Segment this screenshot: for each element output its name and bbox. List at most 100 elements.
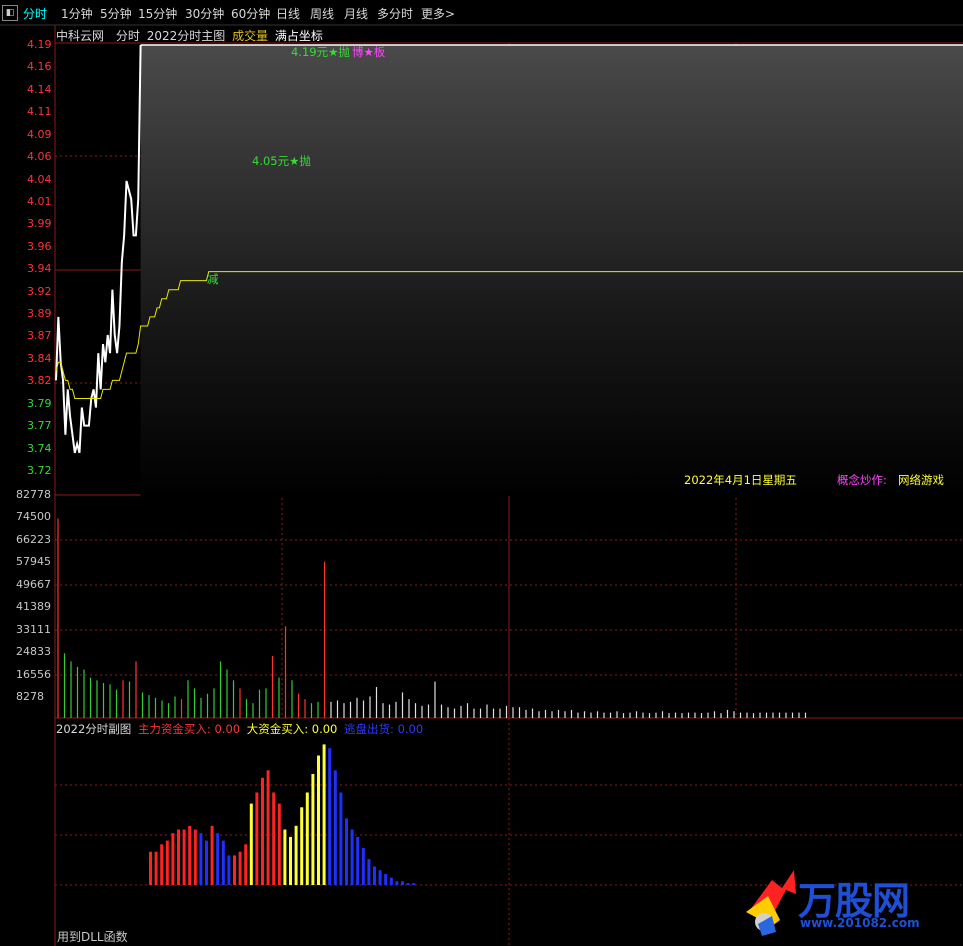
sub-chart-bar (272, 792, 276, 885)
date-text: 2022年4月1日星期五 (684, 473, 797, 487)
dll-function-note: 用到DLL函数 (57, 930, 128, 944)
sub-chart-bar (300, 807, 304, 885)
sub-chart-bar (249, 803, 253, 885)
price-axis-label: 4.06 (27, 150, 52, 164)
volume-axis-label: 49667 (16, 578, 51, 591)
period-label: 分时 (115, 29, 140, 43)
sub-chart-bar (255, 792, 259, 885)
price-axis-label: 3.96 (27, 239, 52, 253)
sub-chart-bar (221, 840, 225, 885)
main-buy-label: 主力资金买入: (137, 722, 211, 736)
chart-canvas[interactable] (0, 0, 963, 946)
coord-mode[interactable]: 满占坐标 (275, 29, 323, 43)
price-axis-label: 4.11 (27, 105, 52, 119)
price-axis-label: 3.87 (27, 329, 52, 343)
price-axis-label: 3.79 (27, 396, 52, 410)
volume-label[interactable]: 成交量 (232, 29, 268, 43)
volume-axis-label: 82778 (16, 488, 51, 501)
sub-chart-bar (149, 851, 152, 885)
volume-axis-label: 24833 (16, 645, 51, 658)
sub-chart-bar (345, 818, 348, 885)
sub-chart-bar (289, 836, 292, 885)
sub-chart-bar (277, 803, 281, 885)
price-axis-label: 4.01 (27, 194, 52, 208)
price-axis-label: 3.77 (27, 419, 52, 433)
price-axis-label: 4.09 (27, 127, 52, 141)
annotation-reduce: 减 (207, 272, 219, 286)
sub-chart-bar (361, 848, 365, 885)
price-axis-label: 3.89 (27, 307, 52, 321)
volume-axis-label: 33111 (16, 623, 51, 636)
stock-name: 中科云网 (56, 29, 105, 43)
volume-axis-label: 74500 (16, 510, 51, 523)
indicator-name[interactable]: 2022分时主图 (147, 29, 226, 43)
main-chart-header: 中科云网 分时 2022分时主图 成交量 满占坐标 (56, 27, 323, 44)
volume-axis-label: 66223 (16, 533, 51, 546)
price-axis-label: 3.72 (27, 464, 52, 477)
price-axis-label: 4.14 (27, 82, 52, 96)
sub-chart-bar (350, 829, 354, 885)
logo-arrow-icon (746, 870, 796, 936)
sub-chart-bar (244, 844, 248, 885)
sub-chart-bar (412, 883, 416, 885)
sub-chart-bar (283, 829, 287, 885)
concept-value: 网络游戏 (898, 473, 944, 487)
main-chart-plot (55, 44, 963, 496)
sub-chart-bar (311, 774, 315, 885)
escape-label: 逃盘出货: (344, 722, 394, 736)
sub-chart-bar (322, 744, 326, 885)
sub-chart-bar (305, 792, 309, 885)
volume-axis-label: 41389 (16, 600, 51, 613)
sub-chart-bar (378, 870, 382, 885)
escape-value: 0.00 (397, 722, 424, 736)
volume-axis-label: 8278 (16, 690, 44, 703)
volume-chart-plot (57, 518, 807, 718)
sub-chart-bar (227, 855, 231, 885)
sub-chart-bar (233, 855, 236, 885)
sub-chart-bar (373, 866, 376, 885)
sub-chart-bar (182, 829, 186, 885)
sub-chart-bar (339, 792, 343, 885)
price-axis-label: 3.74 (27, 441, 52, 455)
sub-chart-bar (401, 881, 404, 885)
sub-chart-bar (406, 883, 410, 885)
sub-chart-bar (154, 851, 158, 885)
concept-label: 概念炒作: (837, 473, 887, 487)
annotation-mid-price: 4.05元★抛 (252, 154, 311, 168)
sub-chart-bar (328, 748, 332, 885)
sub-chart-bar (356, 836, 360, 885)
sub-chart-bar (238, 851, 242, 885)
price-axis-label: 4.16 (27, 60, 52, 74)
volume-axis-label: 16556 (16, 668, 51, 681)
price-axis-label: 3.94 (27, 262, 52, 276)
price-axis-label: 3.99 (27, 217, 52, 231)
sub-chart-bar (188, 825, 192, 885)
sub-chart-bar (384, 873, 388, 885)
sub-chart-title[interactable]: 2022分时副图 (56, 722, 131, 736)
sub-chart-plot (149, 744, 416, 885)
sub-chart-bar (216, 833, 220, 885)
price-axis-label: 3.82 (27, 374, 52, 388)
sub-chart-bar (199, 833, 203, 885)
sub-chart-bar (389, 877, 393, 885)
price-axis-label: 4.19 (27, 38, 52, 51)
sub-chart-bar (261, 777, 264, 885)
sub-chart-bar (165, 840, 169, 885)
price-axis-label: 3.84 (27, 351, 52, 365)
sub-chart-bar (266, 770, 270, 885)
sub-chart-bar (193, 829, 197, 885)
sub-chart-bar (333, 770, 337, 885)
sub-chart-bar (177, 829, 180, 885)
sub-chart-bar (294, 825, 298, 885)
price-line (55, 44, 142, 454)
sub-chart-bar (210, 825, 214, 885)
sub-chart-bar (160, 844, 164, 885)
sub-chart-bar (317, 755, 320, 885)
brand-logo: 万股网 www.201082.com (742, 866, 942, 942)
sub-chart-header: 2022分时副图 主力资金买入: 0.00 大资金买入: 0.00 逃盘出货: … (56, 721, 423, 737)
sub-chart-bar (171, 833, 175, 885)
annotation-top-price: 4.19元★抛 (291, 45, 350, 59)
price-axis-label: 4.04 (27, 172, 52, 186)
volume-axis-label: 57945 (16, 555, 51, 568)
big-buy-label: 大资金买入: (246, 722, 309, 736)
